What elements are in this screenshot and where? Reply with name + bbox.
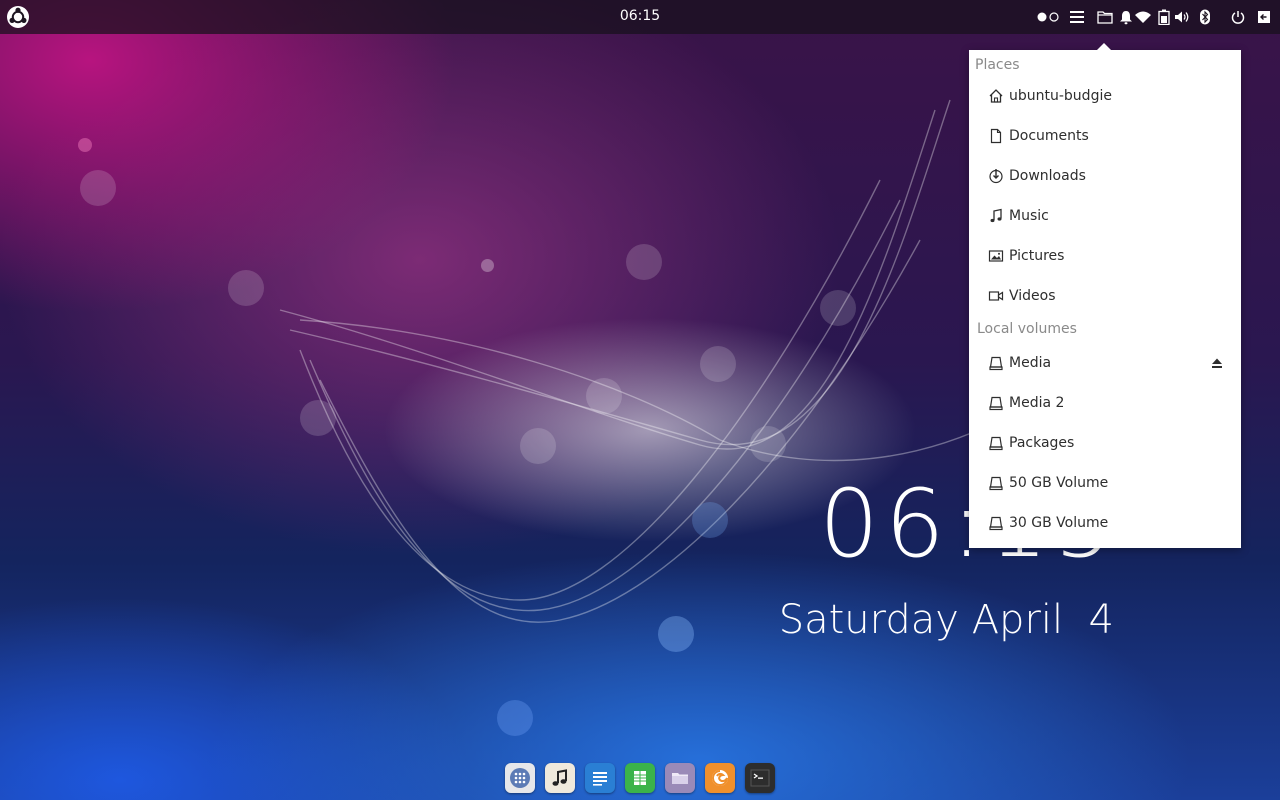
drive-icon: [987, 434, 1005, 452]
places-item-pictures[interactable]: Pictures: [969, 236, 1241, 276]
bokeh-circle: [820, 290, 856, 326]
dock-app-launcher[interactable]: [505, 763, 535, 793]
places-item-label: Music: [1009, 208, 1049, 224]
ubuntu-budgie-logo-icon[interactable]: [6, 5, 30, 29]
bokeh-circle: [626, 244, 662, 280]
volume-item-30gb[interactable]: 30 GB Volume: [969, 503, 1241, 543]
terminal-icon: [750, 769, 770, 787]
drive-icon: [987, 394, 1005, 412]
drive-icon: [987, 514, 1005, 532]
volume-item-label: 50 GB Volume: [1009, 475, 1109, 491]
picture-icon: [987, 247, 1005, 265]
home-icon: [987, 87, 1005, 105]
bokeh-circle: [586, 378, 622, 414]
drive-icon: [987, 474, 1005, 492]
bokeh-circle: [700, 346, 736, 382]
dock-terminal[interactable]: [745, 763, 775, 793]
notification-bell-icon[interactable]: [1117, 8, 1135, 26]
spreadsheet-grid-icon: [634, 771, 646, 785]
volume-item-label: Media 2: [1009, 395, 1065, 411]
bokeh-circle: [80, 170, 116, 206]
dock-text-editor[interactable]: [585, 763, 615, 793]
dock-music-player[interactable]: [545, 763, 575, 793]
dock: [500, 760, 780, 796]
music-note-icon: [987, 207, 1005, 225]
eject-icon[interactable]: [1209, 355, 1225, 371]
bokeh-circle: [750, 426, 786, 462]
bokeh-circle: [228, 270, 264, 306]
menu-lines-icon[interactable]: [1068, 8, 1086, 26]
places-item-label: Downloads: [1009, 168, 1086, 184]
volume-item-media-2[interactable]: Media 2: [969, 383, 1241, 423]
workspace-switcher-icon[interactable]: [1036, 8, 1062, 26]
places-section-header: Places: [975, 57, 1020, 73]
places-item-label: Pictures: [1009, 248, 1065, 264]
volume-item-label: Media: [1009, 355, 1052, 371]
firefox-icon: [712, 770, 728, 786]
music-note-icon: [552, 769, 567, 786]
volume-item-media[interactable]: Media: [969, 343, 1241, 383]
places-item-home[interactable]: ubuntu-budgie: [969, 76, 1241, 116]
bokeh-circle: [692, 502, 728, 538]
places-item-downloads[interactable]: Downloads: [969, 156, 1241, 196]
bokeh-circle: [658, 616, 694, 652]
desktop-clock-date: Saturday April 4: [778, 597, 1114, 643]
bluetooth-icon[interactable]: [1196, 8, 1214, 26]
places-item-label: Documents: [1009, 128, 1089, 144]
battery-icon[interactable]: [1155, 8, 1173, 26]
dock-spreadsheet[interactable]: [625, 763, 655, 793]
document-icon: [987, 127, 1005, 145]
bokeh-circle: [520, 428, 556, 464]
volume-icon[interactable]: [1173, 8, 1191, 26]
volume-item-label: Packages: [1009, 435, 1075, 451]
bokeh-circle: [78, 138, 92, 152]
volume-item-packages[interactable]: Packages: [969, 423, 1241, 463]
wifi-icon[interactable]: [1134, 8, 1152, 26]
bokeh-circle: [481, 259, 494, 272]
folder-icon: [672, 773, 688, 784]
places-item-music[interactable]: Music: [969, 196, 1241, 236]
bokeh-circle: [300, 400, 336, 436]
top-panel: 06:15: [0, 0, 1280, 34]
bokeh-circle: [497, 700, 533, 736]
dock-files[interactable]: [665, 763, 695, 793]
app-grid-icon: [510, 768, 530, 788]
volume-item-50gb[interactable]: 50 GB Volume: [969, 463, 1241, 503]
places-popover: Places ubuntu-budgie Documents Downloads…: [969, 43, 1241, 548]
download-icon: [987, 167, 1005, 185]
video-camera-icon: [987, 287, 1005, 305]
places-item-documents[interactable]: Documents: [969, 116, 1241, 156]
dock-firefox[interactable]: [705, 763, 735, 793]
local-volumes-section-header: Local volumes: [977, 321, 1077, 337]
volume-item-label: 30 GB Volume: [1009, 515, 1109, 531]
power-icon[interactable]: [1229, 8, 1247, 26]
logout-icon[interactable]: [1255, 8, 1273, 26]
places-item-label: Videos: [1009, 288, 1056, 304]
places-item-label: ubuntu-budgie: [1009, 88, 1112, 104]
panel-clock[interactable]: 06:15: [600, 8, 680, 24]
places-item-videos[interactable]: Videos: [969, 276, 1241, 316]
drive-icon: [987, 354, 1005, 372]
text-lines-icon: [593, 772, 607, 786]
places-folder-icon[interactable]: [1096, 8, 1114, 26]
